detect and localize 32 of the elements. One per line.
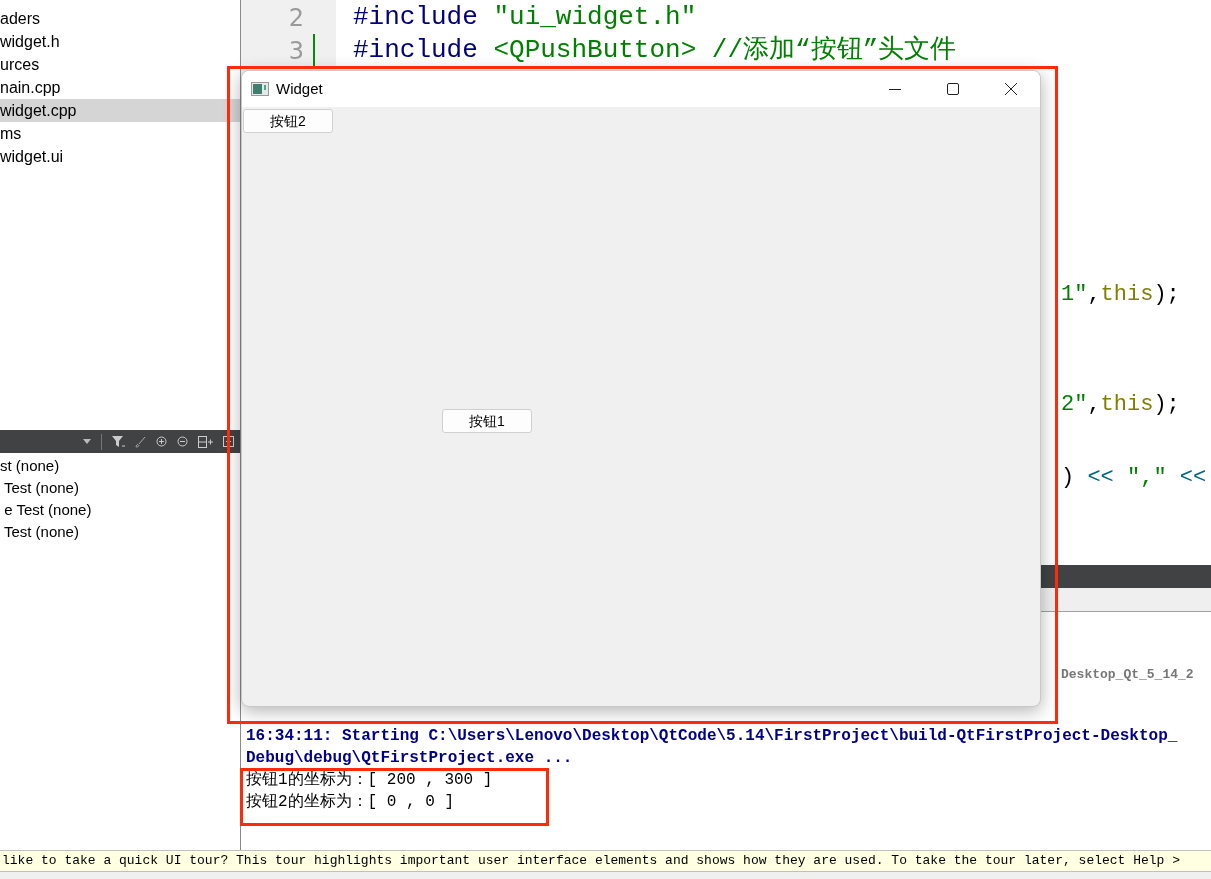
split-add-icon[interactable] bbox=[198, 435, 213, 448]
close-panel-icon[interactable] bbox=[223, 436, 234, 447]
code-line: 2",this); bbox=[1061, 391, 1180, 419]
collapse-icon[interactable] bbox=[177, 436, 188, 447]
code-line: #include <QPushButton> //添加“按钮”头文件 bbox=[353, 34, 958, 67]
output-line: Debug\debug\QtFirstProject.exe ... bbox=[246, 748, 574, 769]
window-icon bbox=[251, 82, 269, 96]
test-item[interactable]: st (none) bbox=[0, 455, 240, 477]
tour-message: like to take a quick UI tour? This tour highlights important user interface elements and shows how they are used. To take the tour later, select Help > bbox=[1, 852, 1180, 871]
close-icon bbox=[1005, 83, 1017, 95]
maximize-icon bbox=[947, 83, 959, 95]
test-item[interactable]: e Test (none) bbox=[0, 499, 240, 521]
expand-icon[interactable] bbox=[156, 436, 167, 447]
brush-icon[interactable] bbox=[135, 435, 146, 448]
output-line: 按钮1的坐标为：[ 200 , 300 ] bbox=[246, 770, 494, 791]
tree-item[interactable]: widget.cpp bbox=[0, 99, 240, 122]
filter-icon[interactable] bbox=[112, 435, 125, 448]
output-line: 16:34:11: Starting C:\Users\Lenovo\Desktop\QtCode\5.14\FirstProject\build-QtFirstProject-Desktop_ bbox=[246, 726, 1178, 747]
window-title: Widget bbox=[276, 78, 323, 99]
test-item[interactable]: Test (none) bbox=[0, 521, 240, 543]
test-item[interactable]: Test (none) bbox=[0, 477, 240, 499]
output-text: Desktop_Qt_5_14_2 bbox=[1061, 667, 1194, 682]
push-button[interactable]: 按钮2 bbox=[243, 109, 333, 133]
code-line: ) << "," << bbox=[1061, 464, 1207, 492]
push-button[interactable]: 按钮1 bbox=[442, 409, 532, 433]
minimize-icon bbox=[889, 88, 901, 90]
caret-icon[interactable] bbox=[83, 439, 91, 444]
code-line: 1",this); bbox=[1061, 281, 1180, 309]
line-number: 2 bbox=[288, 2, 305, 34]
output-line: 按钮2的坐标为：[ 0 , 0 ] bbox=[246, 791, 455, 813]
code-line: #include "ui_widget.h" bbox=[353, 1, 698, 34]
line-number: 3 bbox=[288, 35, 305, 67]
